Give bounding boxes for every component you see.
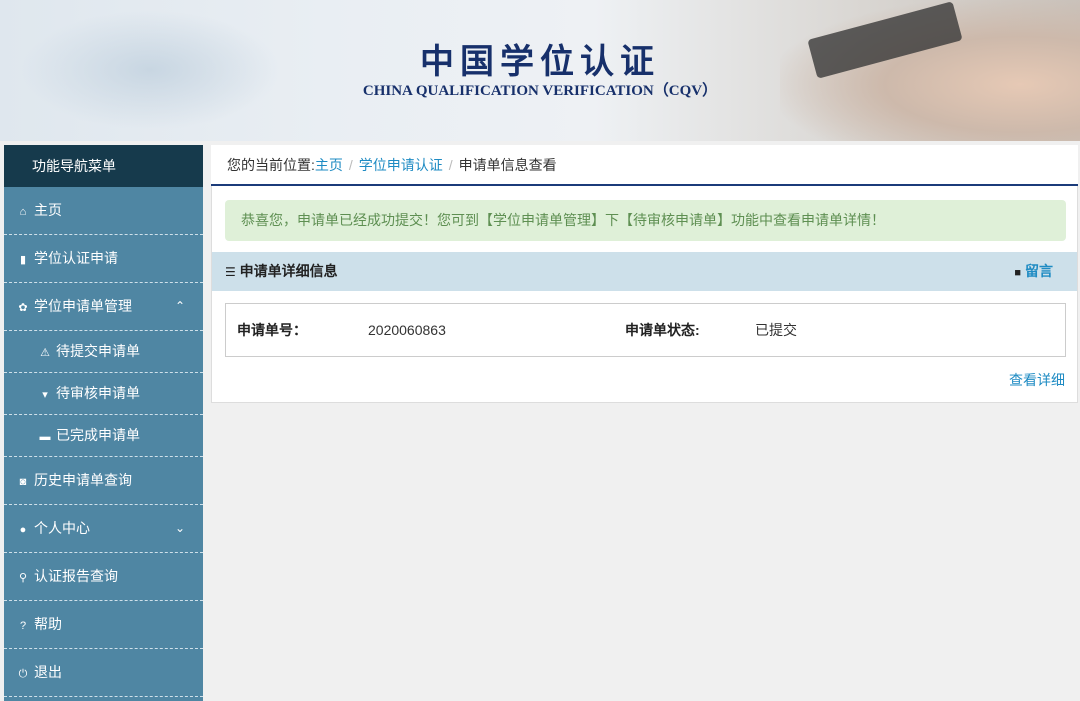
sidebar-item-label: 认证报告查询 (34, 568, 118, 584)
cart-icon: ▾ (42, 389, 48, 401)
sidebar-item[interactable]: ⏻ 退出 (4, 649, 203, 697)
chevron-icon: ⌃ (174, 299, 185, 313)
application-info: 申请单号： 2020060863 申请单状态: 已提交 (225, 303, 1066, 357)
success-alert: 恭喜您，申请单已经成功提交！您可到【学位申请单管理】下【待审核申请单】功能中查看… (225, 200, 1066, 241)
site-subtitle: CHINA QUALIFICATION VERIFICATION（CQV） (362, 83, 718, 99)
power-icon: ⏻ (18, 668, 28, 680)
gear-icon: ✿ (18, 302, 28, 314)
search-icon: ⚲ (18, 572, 28, 584)
sidebar-item-label: 主页 (34, 202, 62, 218)
sidebar-item[interactable]: ◙ 历史申请单查询 (4, 457, 203, 505)
header-banner: 中国学位认证 CHINA QUALIFICATION VERIFICATION（… (0, 0, 1080, 141)
user-icon: ● (19, 524, 27, 536)
breadcrumb-prefix: 您的当前位置: (227, 157, 315, 173)
sidebar-item[interactable]: ⚠ 待提交申请单 (4, 331, 203, 373)
sidebar-title: 功能导航菜单 (4, 145, 203, 187)
application-status: 已提交 (755, 322, 797, 338)
breadcrumb-home[interactable]: 主页 (315, 157, 343, 173)
breadcrumb-separator: / (348, 157, 353, 173)
sidebar-item[interactable]: ▮ 学位认证申请 (4, 235, 203, 283)
sidebar-item[interactable]: ▾ 待审核申请单 (4, 373, 203, 415)
view-detail-link[interactable]: 查看详细 (1009, 370, 1065, 390)
breadcrumb: 您的当前位置:主页 / 学位申请认证 / 申请单信息查看 (211, 145, 1078, 186)
sidebar-item[interactable]: ⌂ 主页 (4, 187, 203, 235)
sidebar-item-label: 帮助 (34, 616, 62, 632)
sidebar-item-label: 待提交申请单 (56, 343, 140, 359)
sidebar-item-label: 学位认证申请 (34, 250, 118, 266)
sidebar-item-label: 待审核申请单 (56, 385, 140, 401)
panel-header: ☰ 申请单详细信息 ■ 留言 (212, 252, 1077, 291)
breadcrumb-degree-apply[interactable]: 学位申请认证 (359, 157, 443, 173)
sidebar-item-label: 个人中心 (34, 520, 90, 536)
site-title: 中国学位认证 (420, 42, 660, 82)
warning-icon: ⚠ (40, 347, 50, 359)
number-label: 申请单号： (237, 322, 307, 338)
content-panel: 恭喜您，申请单已经成功提交！您可到【学位申请单管理】下【待审核申请单】功能中查看… (211, 186, 1078, 403)
sidebar-item[interactable]: ? 帮助 (4, 601, 203, 649)
status-label: 申请单状态: (625, 322, 700, 338)
list-icon: ☰ (225, 265, 236, 279)
file-icon: ▮ (19, 254, 27, 266)
message-link-label: 留言 (1025, 263, 1053, 279)
breadcrumb-current: 申请单信息查看 (458, 157, 557, 173)
breadcrumb-separator: / (448, 157, 453, 173)
sidebar-item[interactable]: ⚲ 认证报告查询 (4, 553, 203, 601)
sidebar: 功能导航菜单 ⌂ 主页 ▮ 学位认证申请 ✿ 学位申请单管理 ⌃ ⚠ 待提交申请单 ▾ 待审核申请单… (4, 145, 203, 701)
sidebar-item-label: 学位申请单管理 (34, 298, 132, 314)
application-number: 2020060863 (368, 322, 446, 338)
comment-icon: ■ (1014, 267, 1021, 279)
briefcase-icon: ▬ (39, 431, 51, 443)
message-link[interactable]: ■ 留言 (1014, 252, 1053, 293)
sidebar-item[interactable]: ▬ 已完成申请单 (4, 415, 203, 457)
sidebar-item-label: 已完成申请单 (56, 427, 140, 443)
help-icon: ? (19, 620, 27, 632)
home-icon: ⌂ (19, 206, 27, 218)
panel-title: 申请单详细信息 (239, 263, 338, 279)
chevron-icon: ⌄ (174, 521, 185, 535)
sidebar-item[interactable]: ✿ 学位申请单管理 ⌃ (4, 283, 203, 331)
sidebar-item[interactable]: ● 个人中心 ⌄ (4, 505, 203, 553)
camera-icon: ◙ (19, 476, 27, 488)
sidebar-item-label: 历史申请单查询 (34, 472, 132, 488)
sidebar-item-label: 退出 (34, 664, 62, 680)
